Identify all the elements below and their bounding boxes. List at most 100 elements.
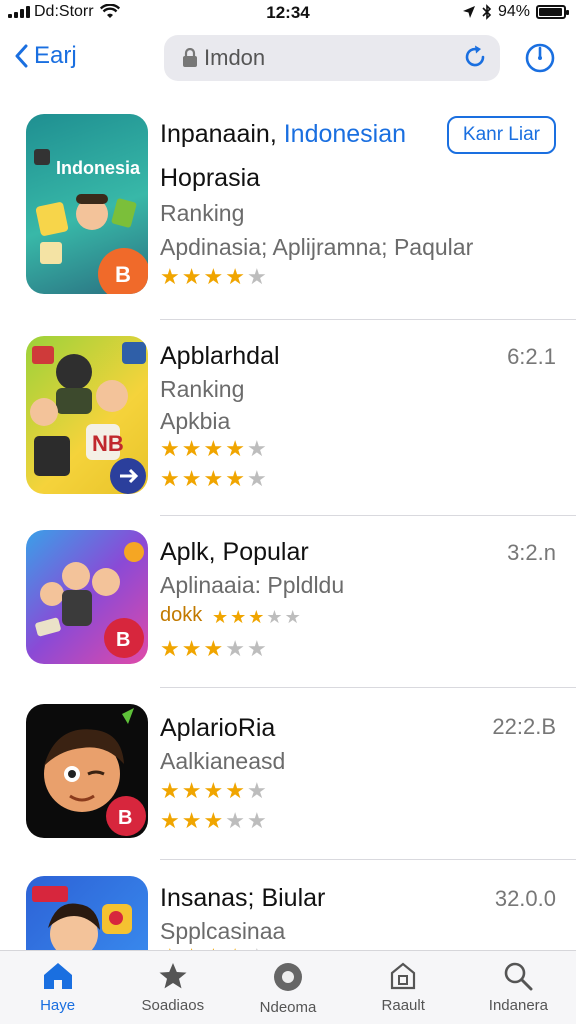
app-title-line2: Hoprasia xyxy=(160,164,261,192)
url-field[interactable]: Imdon xyxy=(164,35,500,81)
app-row[interactable]: Insanas; Biular Spplcasinaa ★★★★★ 32.0.0 xyxy=(0,860,576,950)
app-subtitle: Aalkianeasd xyxy=(160,748,286,774)
star-icon: ★ xyxy=(246,778,267,803)
app-icon[interactable] xyxy=(26,876,148,950)
svg-text:B: B xyxy=(116,629,130,651)
star-icon: ★ xyxy=(284,607,301,627)
tab-updates[interactable]: Raault xyxy=(346,951,461,1024)
app-size: 6:2.1 xyxy=(507,344,556,369)
app-subtitle: Ranking xyxy=(160,376,245,402)
tab-home[interactable]: Haye xyxy=(0,951,115,1024)
tab-label: Ndeoma xyxy=(259,999,317,1016)
star-icon: ★ xyxy=(160,778,180,803)
svg-text:B: B xyxy=(115,262,131,287)
rating-stars-secondary: ★ ★ ★ ★ ★ xyxy=(212,608,301,626)
disc-icon xyxy=(272,961,304,993)
star-icon: ★ xyxy=(246,264,267,289)
star-icon: ★ xyxy=(160,808,180,833)
nav-bar: Earj Imdon xyxy=(0,30,576,86)
svg-text:Indonesia: Indonesia xyxy=(56,158,141,178)
star-icon: ★ xyxy=(246,466,267,491)
app-list: Indonesia B Inpanaain, Indonesian Hopras… xyxy=(0,100,576,950)
star-icon: ★ xyxy=(181,808,202,833)
star-icon: ★ xyxy=(225,264,245,289)
star-icon: ★ xyxy=(225,466,245,491)
star-icon: ★ xyxy=(160,436,180,461)
url-text: Imdon xyxy=(204,45,266,70)
star-icon: ★ xyxy=(246,436,267,461)
star-icon: ★ xyxy=(203,636,224,661)
app-subtitle: Ranking xyxy=(160,200,245,226)
reload-icon[interactable] xyxy=(462,44,488,76)
rating-stars: ★★★★★ xyxy=(160,780,267,802)
app-row[interactable]: Indonesia B Inpanaain, Indonesian Hopras… xyxy=(0,100,576,320)
home-icon xyxy=(41,961,75,991)
star-icon: ★ xyxy=(181,636,202,661)
star-icon: ★ xyxy=(225,636,245,661)
back-button[interactable]: Earj xyxy=(14,42,77,70)
bluetooth-icon xyxy=(482,4,492,20)
rating-stars: ★★★★★ xyxy=(160,638,267,660)
star-icon xyxy=(158,961,188,991)
star-icon: ★ xyxy=(203,778,224,803)
star-icon: ★ xyxy=(203,436,224,461)
tab-label: Raault xyxy=(381,997,425,1014)
star-icon: ★ xyxy=(203,808,224,833)
app-icon[interactable]: B xyxy=(26,530,148,664)
app-title[interactable]: AplarioRia xyxy=(160,714,275,743)
star-icon: ★ xyxy=(160,264,180,289)
app-title[interactable]: Aplk, Popular xyxy=(160,538,309,567)
star-icon: ★ xyxy=(230,607,247,627)
app-category: Apdinasia; Aplijramna; Paqular xyxy=(160,234,474,260)
star-icon: ★ xyxy=(225,808,245,833)
app-size: 32.0.0 xyxy=(494,886,556,911)
rating-stars-secondary: ★ ★ ★ ★ ★ xyxy=(160,468,267,490)
tab-bar: Haye Soadiaos Ndeoma Raault Indanera xyxy=(0,950,576,1024)
back-label: Earj xyxy=(34,42,77,69)
tab-label: Haye xyxy=(40,997,76,1014)
battery-icon xyxy=(536,5,569,19)
location-icon xyxy=(462,5,476,19)
star-icon: ★ xyxy=(203,264,224,289)
tab-featured[interactable]: Soadiaos xyxy=(115,951,230,1024)
star-icon: ★ xyxy=(181,778,202,803)
star-icon: ★ xyxy=(246,808,267,833)
app-subtitle: Spplcasinaa xyxy=(160,918,286,944)
app-category: dokk xyxy=(160,604,203,626)
rating-stars-secondary: ★ ★ ★ ★ ★ xyxy=(160,810,267,832)
star-icon: ★ xyxy=(160,466,180,491)
app-size: 22:2.B xyxy=(492,714,556,739)
app-row[interactable]: B AplarioRia Aalkianeasd ★ ★ ★ ★ ★ ★ ★ ★ ★ ★ 22:… xyxy=(0,688,576,860)
tab-search[interactable]: Indanera xyxy=(461,951,576,1024)
star-icon: ★ xyxy=(248,607,265,627)
app-category: Apkbia xyxy=(160,408,231,434)
svg-text:NB: NB xyxy=(92,431,124,456)
app-icon[interactable]: NB xyxy=(26,336,148,494)
rating-stars: ★★★★★ xyxy=(160,438,267,460)
app-row[interactable]: B Aplk, Popular Aplinaaia: Ppldldu dokk … xyxy=(0,516,576,688)
app-title[interactable]: Apblarhdal xyxy=(160,342,280,371)
app-subtitle: Aplinaaia: Ppldldu xyxy=(160,572,345,598)
star-icon: ★ xyxy=(160,636,180,661)
lock-icon xyxy=(182,48,198,68)
tab-media[interactable]: Ndeoma xyxy=(230,951,345,1024)
app-title[interactable]: Insanas; Biular xyxy=(160,884,325,913)
get-button[interactable]: Kanr Liar xyxy=(446,116,556,154)
tab-label: Indanera xyxy=(488,997,549,1014)
star-icon: ★ xyxy=(225,436,245,461)
tab-label: Soadiaos xyxy=(141,997,205,1014)
star-icon: ★ xyxy=(225,778,245,803)
app-icon[interactable]: Indonesia B xyxy=(26,114,148,294)
star-icon: ★ xyxy=(181,264,202,289)
chevron-left-icon xyxy=(14,44,34,68)
app-title[interactable]: Inpanaain, Indonesian xyxy=(160,120,406,149)
star-icon: ★ xyxy=(181,466,202,491)
star-icon: ★ xyxy=(246,636,267,661)
battery-percent: 94% xyxy=(497,3,530,20)
compass-icon[interactable] xyxy=(524,42,556,79)
app-row[interactable]: NB Apblarhdal Ranking Apkbia ★ ★ ★ ★ ★ ★ ★ ★ ★ ★… xyxy=(0,320,576,516)
app-icon[interactable]: B xyxy=(26,704,148,838)
svg-text:B: B xyxy=(118,807,132,829)
star-icon: ★ xyxy=(181,436,202,461)
status-bar: Dd:Storr 12:34 94% xyxy=(0,0,576,26)
